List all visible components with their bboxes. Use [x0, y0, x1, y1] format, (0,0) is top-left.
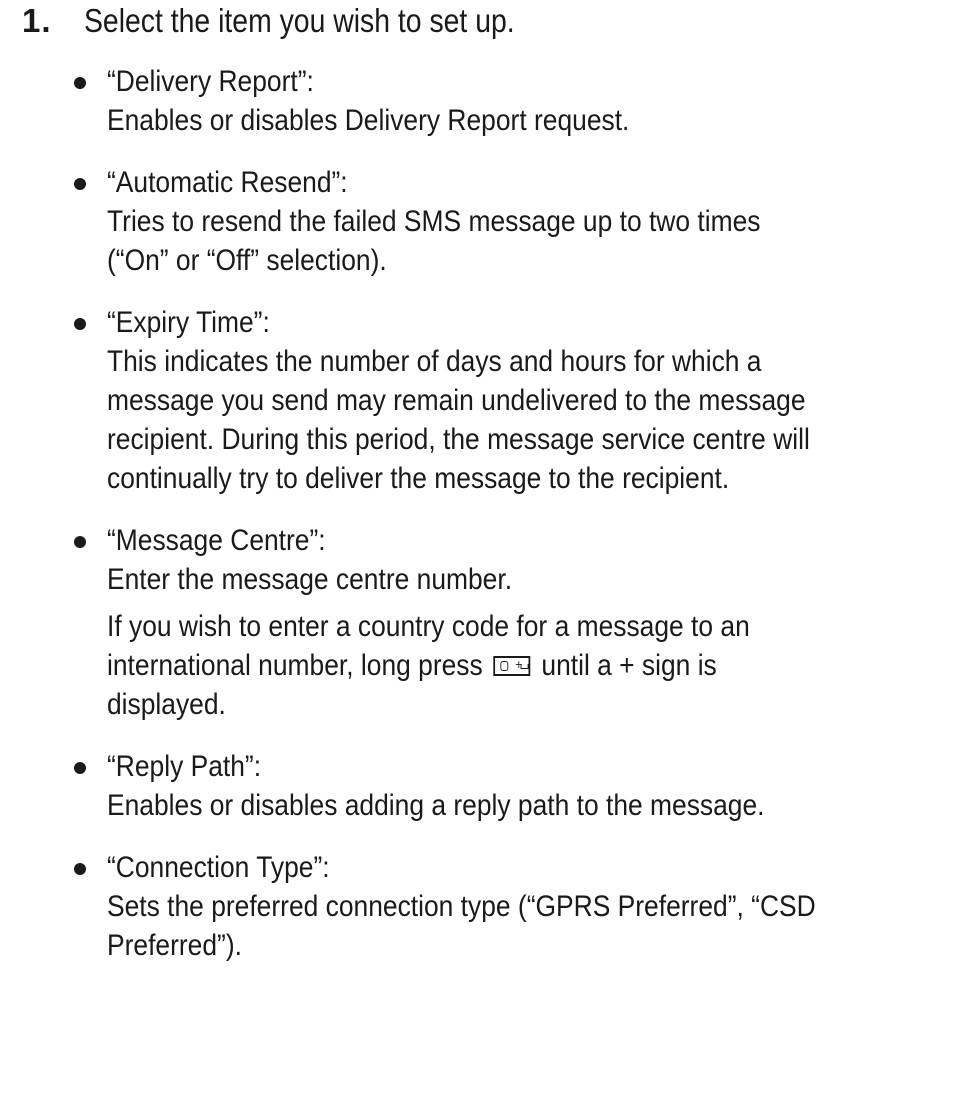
item-description-line: (“On” or “Off” selection). [107, 244, 387, 277]
step-1: 1. Select the item you wish to set up. [22, 2, 980, 52]
bullet-icon [74, 762, 86, 774]
list-item-reply-path: “Reply Path”: Enables or disables adding… [70, 747, 970, 825]
item-note-text-after: until a + sign is [541, 649, 717, 682]
zero-plus-space-key-icon: + [493, 656, 531, 676]
item-title: “Connection Type”: [107, 851, 330, 884]
item-description-line: Tries to resend the failed SMS message u… [107, 205, 761, 238]
bullet-icon [74, 77, 86, 89]
item-description-line: recipient. During this period, the messa… [107, 423, 810, 456]
item-description-line: message you send may remain undelivered … [107, 384, 806, 417]
list-item-expiry-time: “Expiry Time”: This indicates the number… [70, 303, 970, 498]
item-description-line: Enter the message centre number. [107, 563, 513, 596]
item-note: If you wish to enter a country code for … [107, 607, 970, 724]
list-item-automatic-resend: “Automatic Resend”: Tries to resend the … [70, 163, 970, 280]
step-number: 1. [22, 2, 52, 39]
item-description-line: This indicates the number of days and ho… [107, 345, 762, 378]
list-item-connection-type: “Connection Type”: Sets the preferred co… [70, 848, 970, 965]
item-title: “Delivery Report”: [107, 65, 314, 98]
settings-item-list: “Delivery Report”: Enables or disables D… [70, 52, 970, 965]
item-description-line: Sets the preferred connection type (“GPR… [107, 890, 816, 923]
item-description-line: Enables or disables adding a reply path … [107, 789, 765, 822]
list-item-delivery-report: “Delivery Report”: Enables or disables D… [70, 62, 970, 140]
item-title: “Reply Path”: [107, 750, 262, 783]
bullet-icon [74, 178, 86, 190]
item-note-line: displayed. [107, 688, 226, 721]
item-note-text-before: international number, long press [107, 649, 483, 682]
item-title: “Expiry Time”: [107, 306, 270, 339]
bullet-icon [74, 863, 86, 875]
step-instruction: Select the item you wish to set up. [84, 2, 515, 39]
bullet-icon [74, 318, 86, 330]
item-description-line: continually try to deliver the message t… [107, 462, 730, 495]
item-title: “Message Centre”: [107, 524, 326, 557]
step-heading: 1. Select the item you wish to set up. [22, 2, 980, 52]
item-note-line: If you wish to enter a country code for … [107, 610, 750, 643]
list-item-message-centre: “Message Centre”: Enter the message cent… [70, 521, 970, 724]
space-glyph [520, 664, 529, 669]
bullet-icon [74, 536, 86, 548]
item-description-line: Enables or disables Delivery Report requ… [107, 104, 630, 137]
zero-glyph [500, 661, 509, 671]
item-description-line: Preferred”). [107, 929, 242, 962]
item-title: “Automatic Resend”: [107, 166, 348, 199]
item-note-line: international number, long press + until… [107, 646, 866, 685]
